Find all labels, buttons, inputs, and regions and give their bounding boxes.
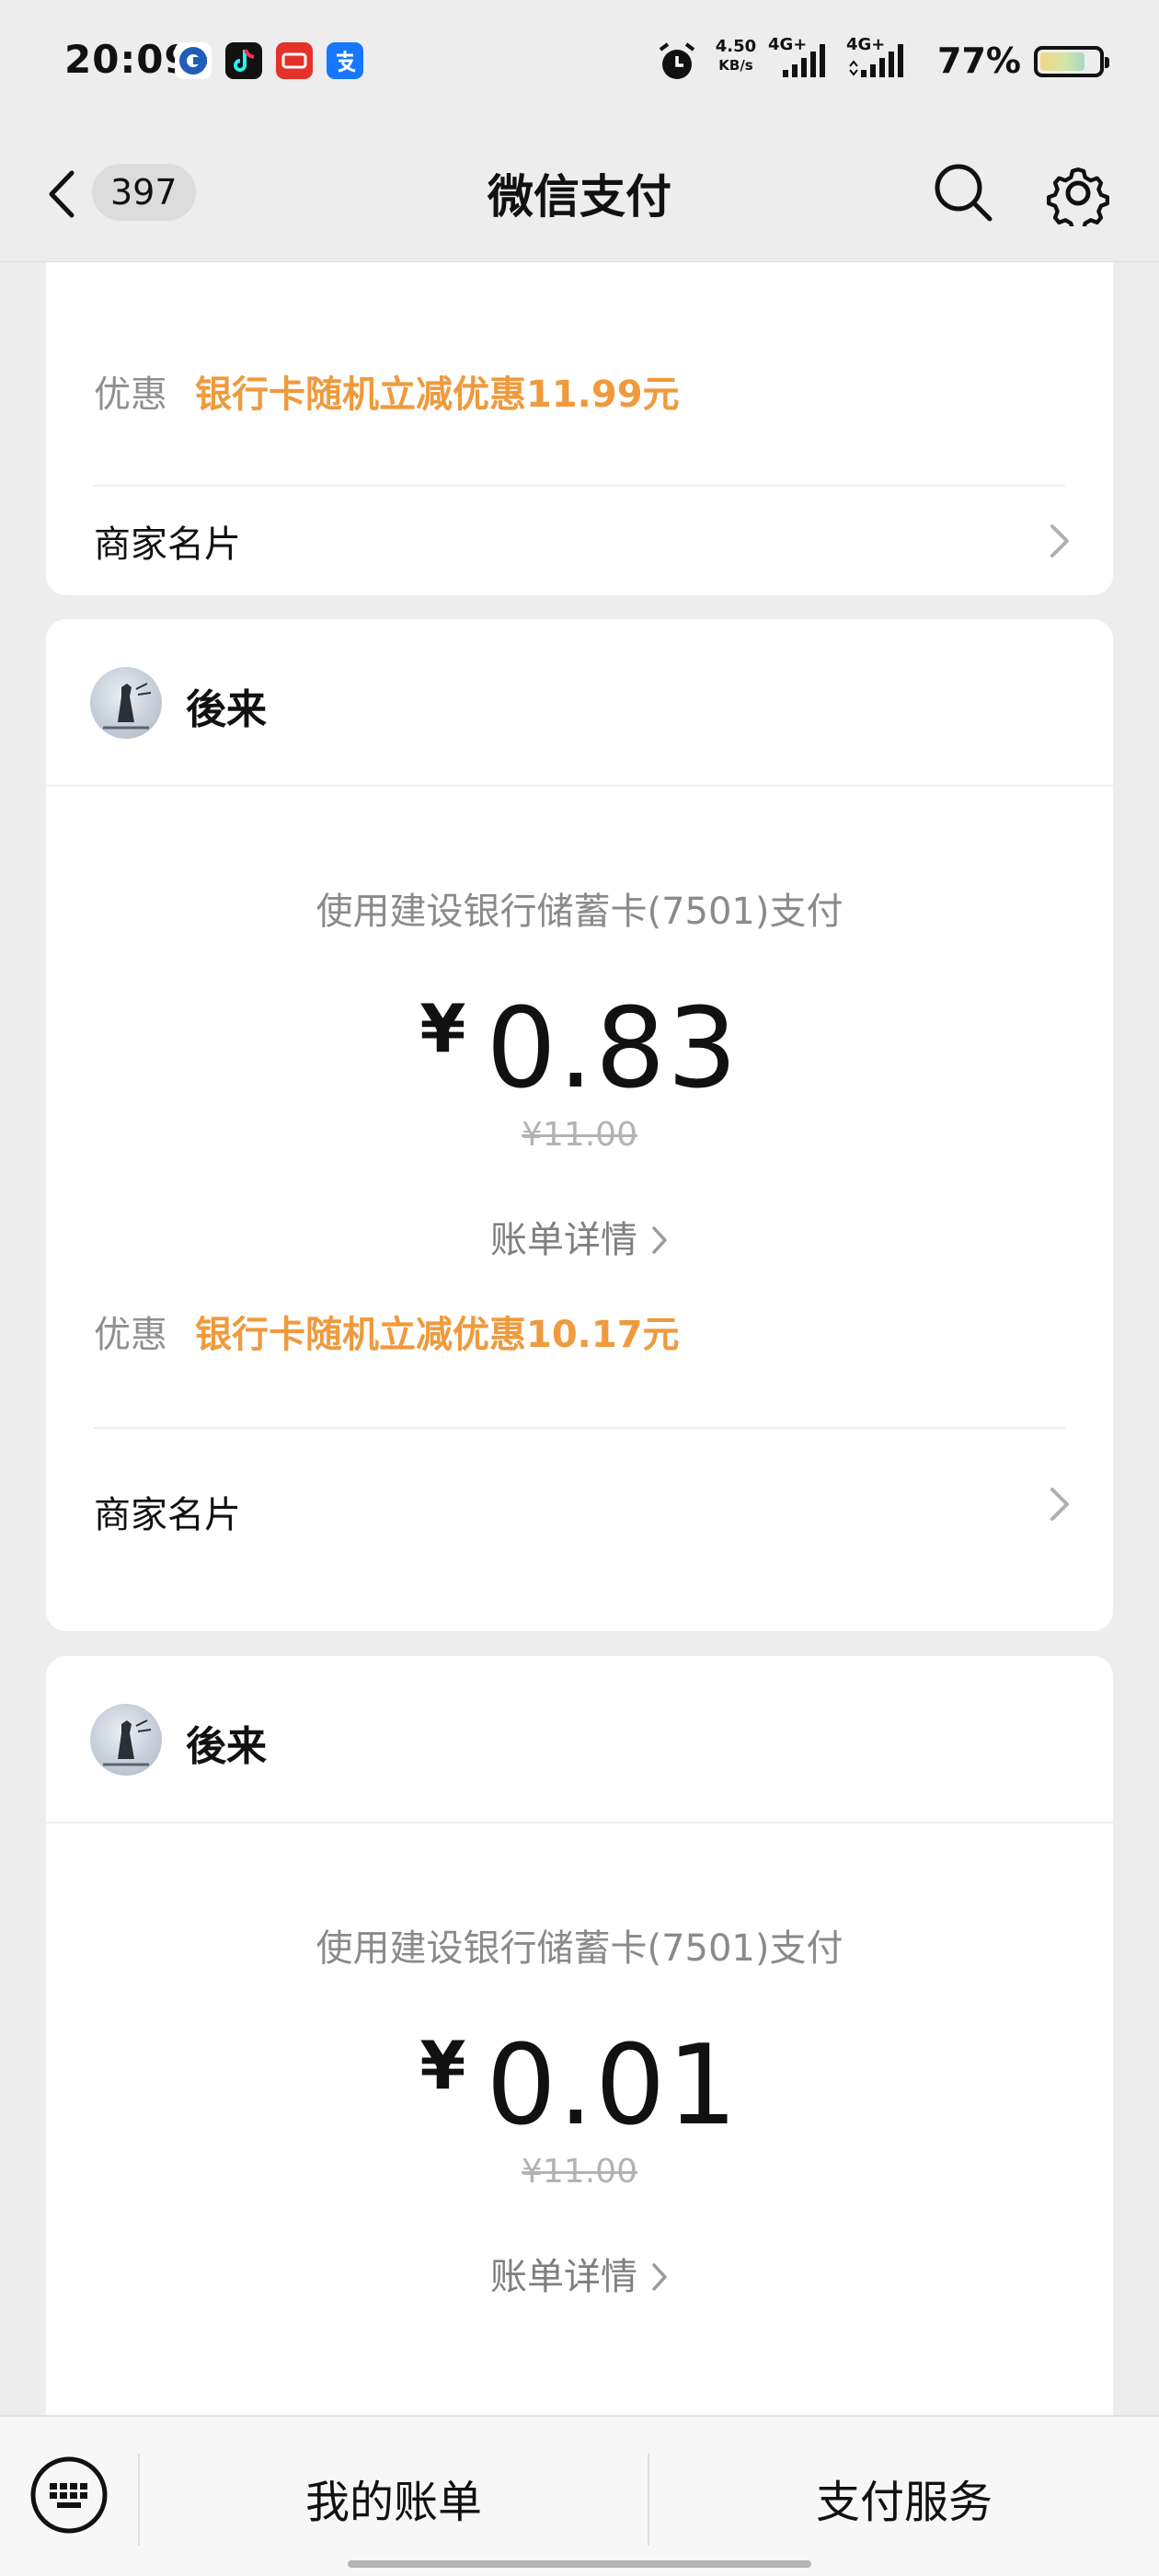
bill-detail-link[interactable]: 账单详情	[46, 1210, 1113, 1263]
original-price: ¥11.00	[522, 2153, 637, 2191]
network-speed: 4.50 KB/s	[713, 37, 759, 75]
status-time: 20:09	[64, 37, 192, 82]
network-speed-value: 4.50	[715, 37, 757, 56]
transaction-card: 优惠 银行卡随机立减优惠11.99元 商家名片	[46, 262, 1113, 595]
merchant-name: 後来	[186, 686, 267, 733]
payment-method: 使用建设银行储蓄卡(7501)支付	[316, 891, 843, 933]
battery-percent: 77%	[937, 40, 1021, 81]
back-arrow-icon	[49, 170, 75, 218]
unread-count-badge[interactable]: 397	[92, 164, 196, 221]
avatar	[90, 1704, 162, 1776]
signal-type-label: 4G+	[768, 35, 808, 54]
discount-label: 优惠	[94, 1314, 167, 1356]
search-button[interactable]	[931, 160, 995, 224]
alipay-icon	[327, 42, 363, 79]
bottom-bar: 我的账单 支付服务	[0, 2415, 1159, 2576]
currency-symbol: ¥	[419, 990, 466, 1067]
chevron-right-icon	[1050, 524, 1069, 558]
merchant-name: 後来	[186, 1723, 267, 1770]
payment-method: 使用建设银行储蓄卡(7501)支付	[316, 1927, 843, 1970]
bank-app-icon	[175, 42, 212, 79]
merchant-card-label: 商家名片	[94, 523, 241, 566]
merchant-card-label: 商家名片	[94, 1494, 241, 1536]
home-indicator[interactable]	[348, 2560, 811, 2568]
discount-row: 优惠 银行卡随机立减优惠10.17元	[94, 1304, 680, 1359]
transaction-list: 优惠 银行卡随机立减优惠11.99元 商家名片 後来 使用建设银行储蓄卡(750…	[0, 262, 1159, 2415]
merchant-header[interactable]: 後来	[46, 619, 1113, 787]
merchant-card-row[interactable]: 商家名片	[46, 487, 1113, 595]
bill-detail-label: 账单详情	[490, 1219, 637, 1261]
merchant-card-row[interactable]: 商家名片	[46, 1429, 1113, 1631]
bill-detail-label: 账单详情	[490, 2256, 637, 2298]
chevron-right-icon	[652, 2263, 667, 2291]
chevron-right-icon	[1050, 1488, 1069, 1521]
signal-strength-icon: 4G+	[768, 35, 832, 90]
signal-type-label: 4G+	[846, 35, 886, 54]
battery-level	[1040, 52, 1084, 71]
payment-amount: ¥0.83	[46, 985, 1113, 1113]
keyboard-toggle-button[interactable]	[29, 2455, 109, 2535]
settings-button[interactable]	[1045, 160, 1111, 234]
amount-value: 0.83	[486, 985, 740, 1113]
nav-bar: 397 微信支付	[0, 129, 1159, 262]
payment-amount: ¥0.01	[46, 2022, 1113, 2150]
original-price: ¥11.00	[522, 1116, 637, 1154]
network-speed-unit: KB/s	[718, 57, 753, 74]
discount-label: 优惠	[94, 374, 167, 416]
status-bar: 20:09 4.50 KB/s 4G+ 4G+ 77%	[0, 0, 1159, 129]
keyboard-icon	[30, 2456, 108, 2534]
gear-icon	[1047, 167, 1109, 234]
chevron-right-icon	[652, 1226, 667, 1254]
currency-symbol: ¥	[419, 2027, 466, 2104]
discount-value: 银行卡随机立减优惠10.17元	[195, 1314, 680, 1356]
douyin-icon	[225, 42, 262, 79]
discount-row: 优惠 银行卡随机立减优惠11.99元	[94, 363, 680, 419]
transaction-card: 後来 使用建设银行储蓄卡(7501)支付 ¥0.83 ¥11.00 账单详情 优…	[46, 619, 1113, 1631]
battery-icon	[1034, 46, 1109, 77]
signal-strength-icon: 4G+	[846, 35, 911, 90]
yunshanfu-icon	[276, 42, 313, 79]
amount-value: 0.01	[486, 2022, 740, 2150]
discount-value: 银行卡随机立减优惠11.99元	[195, 374, 680, 416]
merchant-header[interactable]: 後来	[46, 1656, 1113, 1823]
pay-services-tab[interactable]: 支付服务	[649, 2417, 1159, 2576]
back-button[interactable]	[44, 166, 81, 223]
search-icon	[935, 164, 993, 222]
bill-detail-link[interactable]: 账单详情	[46, 2247, 1113, 2300]
my-bills-tab[interactable]: 我的账单	[140, 2417, 648, 2576]
alarm-clock-icon	[655, 40, 699, 88]
avatar	[90, 667, 162, 739]
transaction-card: 後来 使用建设银行储蓄卡(7501)支付 ¥0.01 ¥11.00 账单详情	[46, 1656, 1113, 2415]
